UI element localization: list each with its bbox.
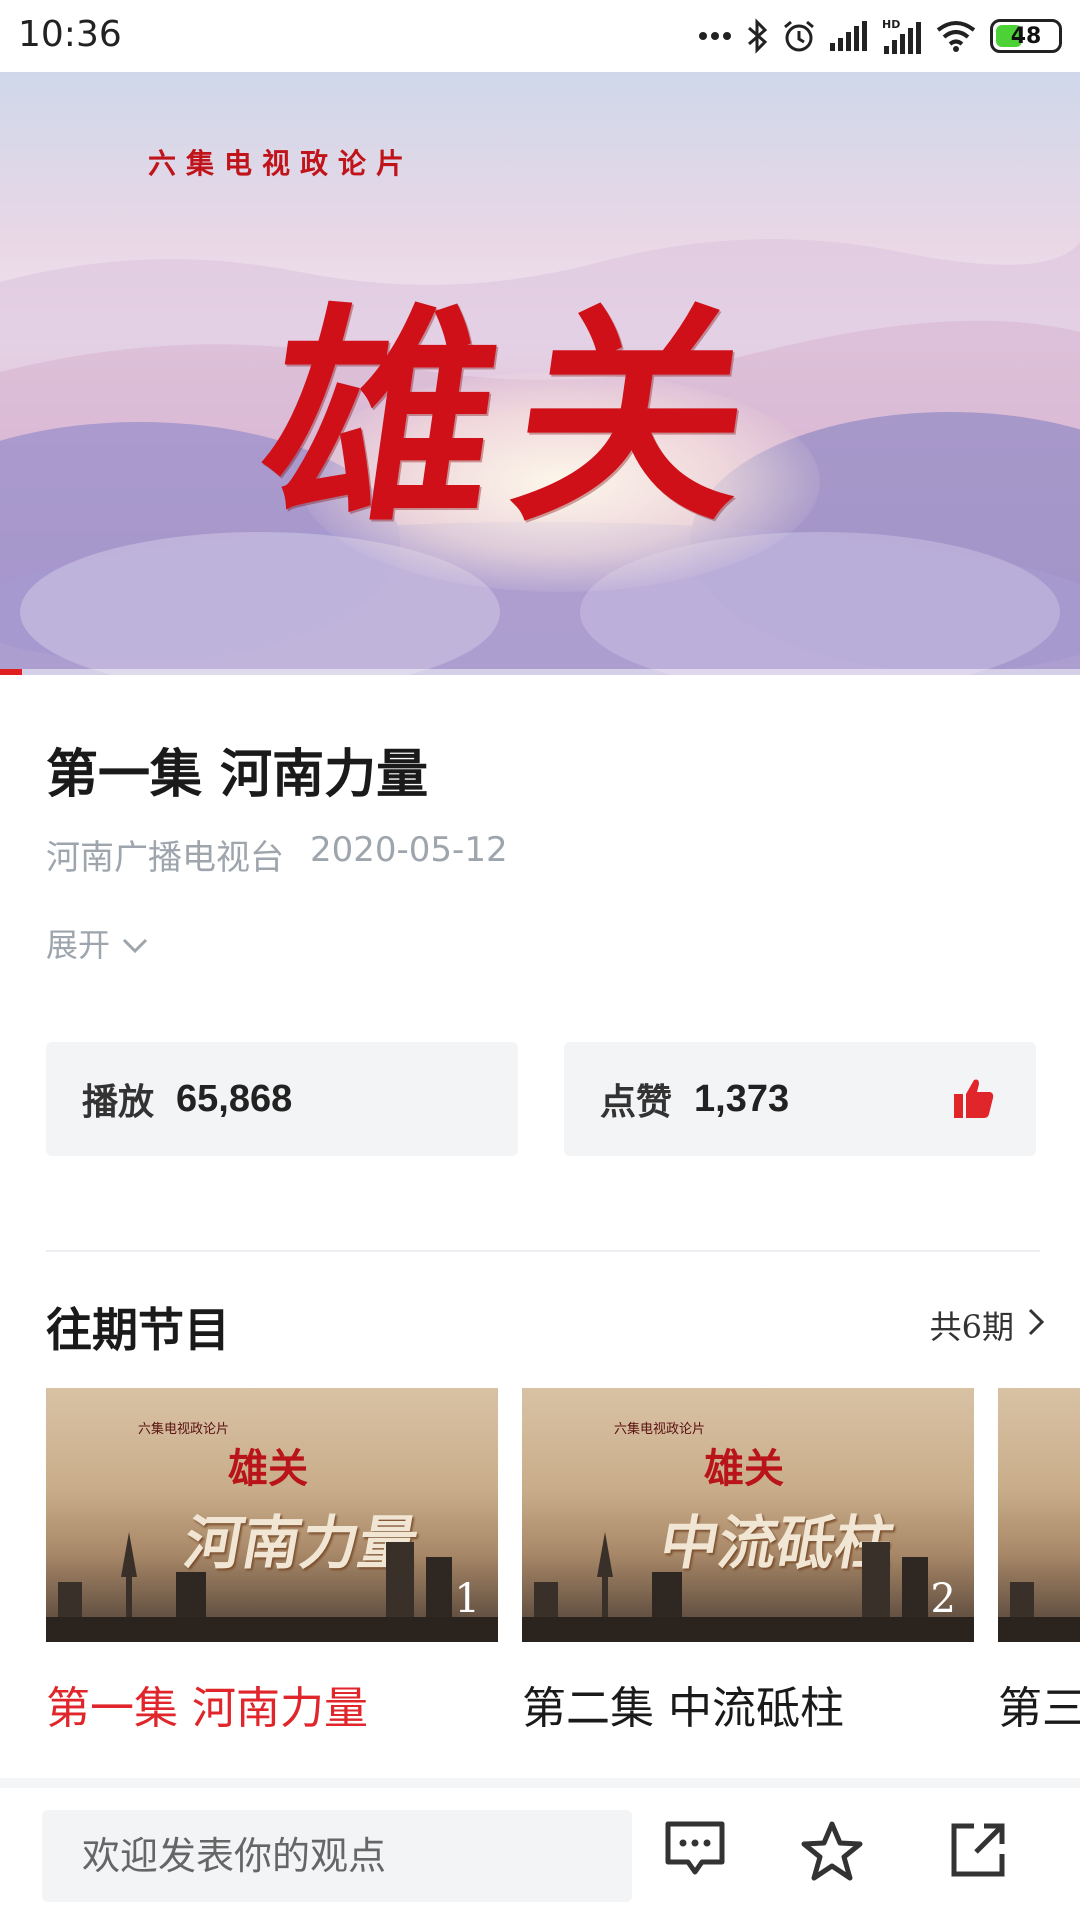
episode-thumbnail[interactable]: 六集电视政论片 雄关 河南力量 1 xyxy=(46,1388,498,1642)
play-count-card: 播放 65,868 xyxy=(46,1042,518,1156)
hero-title: 雄关 xyxy=(248,283,787,553)
comment-icon[interactable] xyxy=(664,1820,726,1882)
status-bar: 10:36 HD 48 xyxy=(0,0,1080,72)
episode-number: 2 xyxy=(930,1576,956,1622)
svg-text:HD: HD xyxy=(882,18,900,31)
hero-subtitle: 六集电视政论片 xyxy=(148,147,415,180)
chevron-down-icon xyxy=(122,924,148,962)
like-label: 点赞 xyxy=(600,1081,673,1123)
video-progress-fill xyxy=(0,669,22,675)
episode-caption[interactable]: 第二集 中流砥柱 xyxy=(522,1672,974,1728)
battery-icon: 48 xyxy=(990,19,1062,53)
thumbs-up-icon[interactable] xyxy=(952,1076,996,1124)
play-count: 65,868 xyxy=(176,1077,293,1120)
wifi-icon xyxy=(936,20,976,52)
section-divider xyxy=(46,1250,1040,1252)
bottom-bar xyxy=(0,1778,1080,1920)
see-all-episodes-button[interactable]: 共6期 xyxy=(929,1302,1045,1348)
past-episodes-title: 往期节目 xyxy=(46,1303,230,1357)
status-time: 10:36 xyxy=(18,14,122,55)
alarm-icon xyxy=(782,19,816,53)
thumb-series-title: 雄关 xyxy=(228,1445,308,1492)
skyline-graphic xyxy=(522,1532,974,1642)
skyline-graphic xyxy=(998,1582,1080,1642)
publisher-name[interactable]: 河南广播电视台 xyxy=(46,830,284,879)
video-player[interactable]: 六集电视政论片 雄关 xyxy=(0,72,1080,675)
expand-button[interactable]: 展开 xyxy=(46,920,148,966)
episode-card[interactable]: 六集电视政论片 雄关 河南力量 1 第一集 河南力量 xyxy=(46,1388,498,1728)
comment-input[interactable] xyxy=(42,1810,632,1902)
bluetooth-icon xyxy=(746,18,768,54)
episode-total: 共6期 xyxy=(929,1308,1014,1346)
play-label: 播放 xyxy=(82,1081,155,1123)
episode-caption[interactable]: 第一集 河南力量 xyxy=(46,1672,498,1728)
thumb-subtitle: 六集电视政论片 xyxy=(138,1422,230,1437)
thumb-subtitle: 六集电视政论片 xyxy=(614,1422,706,1437)
episode-thumbnail[interactable] xyxy=(998,1388,1080,1642)
share-icon[interactable] xyxy=(948,1820,1008,1884)
skyline-graphic xyxy=(46,1532,498,1642)
expand-label: 展开 xyxy=(46,926,111,964)
publish-date: 2020-05-12 xyxy=(310,830,508,870)
like-count: 1,373 xyxy=(694,1077,790,1120)
more-dots-icon xyxy=(698,31,732,41)
episode-carousel[interactable]: 六集电视政论片 雄关 河南力量 1 第一集 河南力量 六集电视政论片 雄关 中流… xyxy=(46,1388,1080,1728)
video-progress-bar[interactable] xyxy=(0,669,1080,675)
episode-caption[interactable]: 第三 xyxy=(998,1672,1080,1728)
like-card[interactable]: 点赞 1,373 xyxy=(564,1042,1036,1156)
episode-card[interactable]: 六集电视政论片 雄关 中流砥柱 2 第二集 中流砥柱 xyxy=(522,1388,974,1728)
hd-signal-icon: HD xyxy=(882,18,922,54)
episode-meta: 河南广播电视台 2020-05-12 xyxy=(46,830,508,879)
chevron-right-icon xyxy=(1028,1306,1045,1344)
episode-number: 1 xyxy=(454,1576,480,1622)
star-icon[interactable] xyxy=(800,1820,864,1886)
signal-icon xyxy=(830,21,868,51)
episode-card[interactable]: 第三 xyxy=(998,1388,1080,1728)
episode-thumbnail[interactable]: 六集电视政论片 雄关 中流砥柱 2 xyxy=(522,1388,974,1642)
thumb-series-title: 雄关 xyxy=(704,1445,784,1492)
episode-title: 第一集 河南力量 xyxy=(46,744,429,805)
status-icons: HD 48 xyxy=(698,14,1062,58)
battery-level: 48 xyxy=(1010,23,1042,49)
